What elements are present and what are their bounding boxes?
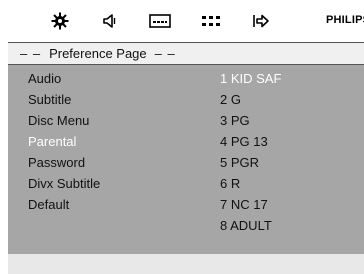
speaker-icon[interactable] <box>100 11 120 31</box>
menu-item-audio[interactable]: Audio <box>28 71 61 87</box>
dvd-setup-screen: PHILIPS – – Preference Page – – Audio Su… <box>0 0 364 274</box>
dots-grid-icon[interactable] <box>200 11 222 31</box>
status-bar <box>8 254 364 274</box>
parental-level-7[interactable]: 7 NC 17 <box>220 197 268 213</box>
parental-level-4[interactable]: 4 PG 13 <box>220 134 268 150</box>
menu-item-divx-subtitle[interactable]: Divx Subtitle <box>28 176 100 192</box>
page-title: Preference Page <box>49 46 147 61</box>
panel-header: – – Preference Page – – <box>8 42 364 65</box>
menu-item-password[interactable]: Password <box>28 155 85 171</box>
menu-item-default[interactable]: Default <box>28 197 69 213</box>
menu-item-disc-menu[interactable]: Disc Menu <box>28 113 89 129</box>
setup-toolbar: PHILIPS <box>8 0 364 42</box>
parental-level-5[interactable]: 5 PGR <box>220 155 259 171</box>
menu-item-subtitle[interactable]: Subtitle <box>28 92 71 108</box>
parental-level-6[interactable]: 6 R <box>220 176 240 192</box>
gear-icon[interactable] <box>50 11 70 31</box>
preference-panel: – – Preference Page – – Audio Subtitle D… <box>8 42 364 254</box>
exit-arrow-icon[interactable] <box>250 11 272 31</box>
subtitle-icon[interactable] <box>148 11 172 31</box>
header-dash-right: – – <box>154 46 176 61</box>
parental-level-1[interactable]: 1 KID SAF <box>220 71 281 87</box>
parental-level-3[interactable]: 3 PG <box>220 113 250 129</box>
parental-level-8[interactable]: 8 ADULT <box>220 218 272 234</box>
parental-level-2[interactable]: 2 G <box>220 92 241 108</box>
brand-logo: PHILIPS <box>326 14 364 26</box>
header-dash-left: – – <box>20 46 42 61</box>
menu-item-parental[interactable]: Parental <box>28 134 76 150</box>
